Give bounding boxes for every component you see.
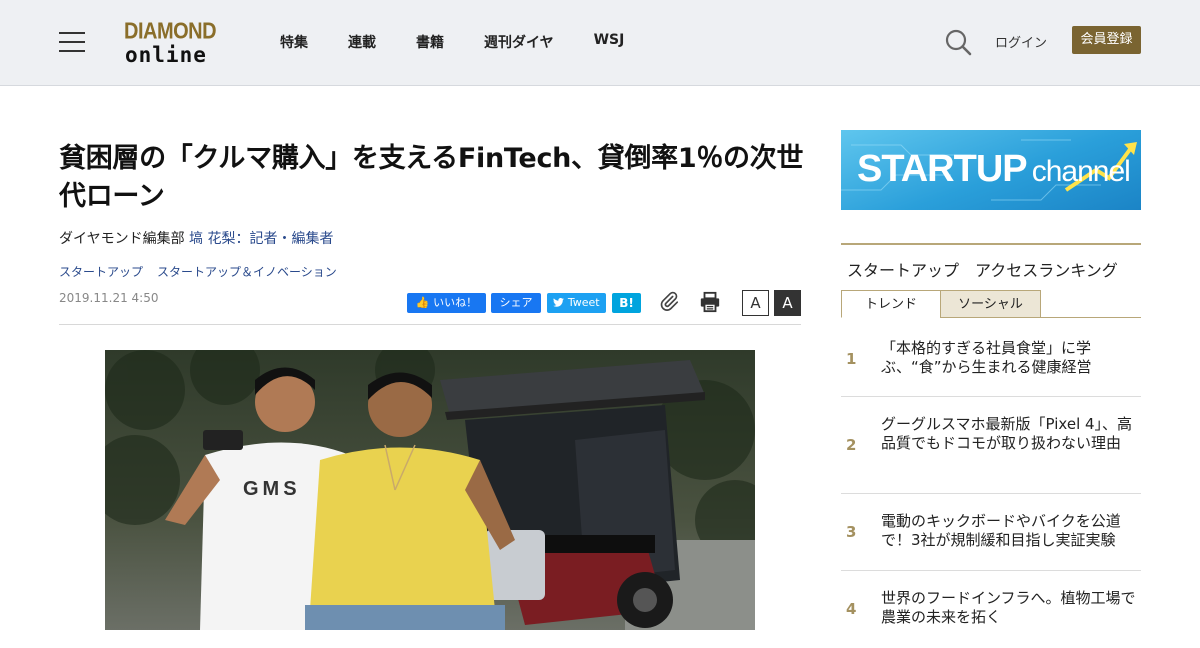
login-link[interactable]: ログイン [995,32,1047,51]
facebook-like-label: いいね！ [433,296,478,309]
byline-author[interactable]: 塙 花梨：記者・編集者 [189,231,333,247]
search-icon[interactable] [944,28,972,56]
rank-headline: 世界のフードインフラへ。植物工場で農業の未来を拓く [881,589,1136,626]
ranking-tabs: トレンド ソーシャル [841,290,1141,318]
byline-org: ダイヤモンド編集部 [59,231,190,247]
shirt-logo-text: GMS [243,478,301,500]
register-button[interactable]: 会員登録 [1072,26,1141,54]
article-tags: スタートアップ スタートアップ＆イノベーション [59,263,351,280]
banner-label-bold: STARTUP [857,148,1028,190]
menu-icon[interactable] [59,31,85,52]
thumbs-up-icon: 👍 [415,296,430,309]
tab-social[interactable]: ソーシャル [940,290,1041,318]
ranking-item[interactable]: 2 グーグルスマホ最新版「Pixel 4」、高品質でもドコモが取り扱わない理由 [841,397,1141,494]
tag-startup[interactable]: スタートアップ [59,263,143,280]
nav-item-wsj[interactable]: WSJ [594,32,625,52]
nav-item-books[interactable]: 書籍 [416,32,444,52]
logo-wordmark-top: DIAMOND [124,19,217,45]
rank-number: 1 [846,350,857,368]
site-logo[interactable]: DIAMOND online [124,19,228,67]
rank-number: 3 [846,523,857,541]
print-icon[interactable] [699,291,721,313]
publish-date: 2019.11.21 4:50 [59,291,159,305]
tweet-button[interactable]: Tweet [547,293,606,313]
byline: ダイヤモンド編集部 塙 花梨：記者・編集者 [59,228,333,248]
site-header: DIAMOND online 特集 連載 書籍 週刊ダイヤ WSJ ログイン 会… [0,0,1200,86]
ranking-item[interactable]: 3 電動のキックボードやバイクを公道で！3社が規制緩和目指し実証実験 [841,494,1141,571]
paperclip-icon[interactable] [658,291,680,313]
ranking-item[interactable]: 1 「本格的すぎる社員食堂」に学ぶ、“食”から生まれる健康経営 [841,318,1141,397]
main-nav: 特集 連載 書籍 週刊ダイヤ WSJ [280,32,664,52]
rank-number: 2 [846,436,857,454]
article-title: 貧困層の「クルマ購入」を支えるFinTech、貸倒率1％の次世代ローン [59,143,804,212]
divider [59,324,801,325]
banner-label-light: channel [1031,155,1131,188]
font-size-small-button[interactable]: A [742,290,769,316]
ranking-item[interactable]: 4 世界のフードインフラへ。植物工場で農業の未来を拓く [841,571,1141,648]
tag-startup-innovation[interactable]: スタートアップ＆イノベーション [157,263,337,280]
rank-number: 4 [846,600,857,618]
facebook-like-button[interactable]: 👍 いいね！ [407,293,486,313]
facebook-share-button[interactable]: シェア [491,293,541,313]
logo-wordmark-bottom: online [125,43,207,67]
banner-label: STARTUP channel [857,148,1131,191]
rank-headline: 「本格的すぎる社員食堂」に学ぶ、“食”から生まれる健康経営 [881,339,1092,376]
ranking-title: スタートアップ アクセスランキング [847,261,1118,280]
nav-item-weekly[interactable]: 週刊ダイヤ [484,32,554,52]
twitter-bird-icon [553,297,565,307]
hatena-bookmark-button[interactable]: B! [612,293,641,313]
font-size-large-button[interactable]: A [774,290,801,316]
nav-item-series[interactable]: 連載 [348,32,376,52]
nav-item-features[interactable]: 特集 [280,32,308,52]
rank-headline: 電動のキックボードやバイクを公道で！3社が規制緩和目指し実証実験 [881,512,1121,549]
startup-channel-banner[interactable]: STARTUP channel [841,130,1141,210]
tab-trend[interactable]: トレンド [841,290,941,318]
tweet-label: Tweet [567,296,600,309]
access-ranking: スタートアップ アクセスランキング トレンド ソーシャル 1 「本格的すぎる社員… [841,243,1141,626]
article-photo: GMS [105,350,755,630]
rank-headline: グーグルスマホ最新版「Pixel 4」、高品質でもドコモが取り扱わない理由 [881,415,1133,452]
